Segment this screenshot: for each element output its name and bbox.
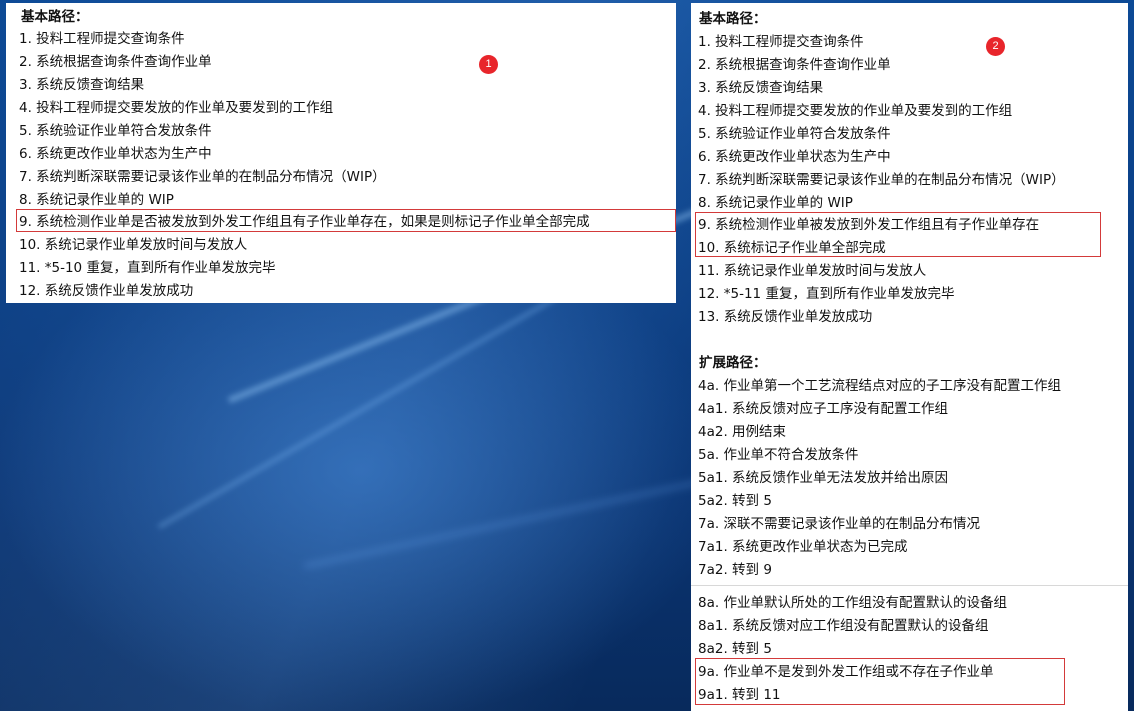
step-line-highlighted: 9. 系统检测作业单被发放到外发工作组且有子作业单存在 bbox=[698, 217, 1040, 233]
step-line-highlighted: 9. 系统检测作业单是否被发放到外发工作组且有子作业单存在，如果是则标记子作业单… bbox=[19, 214, 590, 230]
step-line: 3. 系统反馈查询结果 bbox=[698, 80, 824, 96]
step-line: 3. 系统反馈查询结果 bbox=[19, 77, 145, 93]
document-panel-1: 基本路径： 1. 投料工程师提交查询条件 2. 系统根据查询条件查询作业单 3.… bbox=[6, 3, 676, 303]
ext-line: 4a. 作业单第一个工艺流程结点对应的子工序没有配置工作组 bbox=[698, 378, 1061, 394]
step-line-highlighted: 10. 系统标记子作业单全部完成 bbox=[698, 240, 886, 256]
step-line: 5. 系统验证作业单符合发放条件 bbox=[698, 126, 891, 142]
ext-line: 8a. 作业单默认所处的工作组没有配置默认的设备组 bbox=[698, 595, 1007, 611]
ext-line: 7a. 深联不需要记录该作业单的在制品分布情况 bbox=[698, 516, 980, 532]
number-badge: 1 bbox=[479, 55, 498, 74]
step-line: 2. 系统根据查询条件查询作业单 bbox=[19, 54, 212, 70]
number-badge: 2 bbox=[986, 37, 1005, 56]
step-line: 4. 投料工程师提交要发放的作业单及要发到的工作组 bbox=[19, 100, 334, 116]
step-line: 8. 系统记录作业单的 WIP bbox=[698, 195, 853, 211]
step-line: 11. *5-10 重复，直到所有作业单发放完毕 bbox=[19, 260, 276, 276]
document-panel-2: 基本路径： 1. 投料工程师提交查询条件 2. 系统根据查询条件查询作业单 3.… bbox=[691, 3, 1128, 711]
step-line: 12. *5-11 重复，直到所有作业单发放完毕 bbox=[698, 286, 955, 302]
step-line: 8. 系统记录作业单的 WIP bbox=[19, 192, 174, 208]
step-line: 2. 系统根据查询条件查询作业单 bbox=[698, 57, 891, 73]
ext-line: 7a2. 转到 9 bbox=[698, 562, 772, 578]
ext-line: 8a2. 转到 5 bbox=[698, 641, 772, 657]
ext-line: 4a1. 系统反馈对应子工序没有配置工作组 bbox=[698, 401, 949, 417]
wallpaper-light-beam bbox=[304, 476, 716, 569]
step-line: 1. 投料工程师提交查询条件 bbox=[19, 31, 185, 47]
ext-line: 5a. 作业单不符合发放条件 bbox=[698, 447, 859, 463]
step-line: 6. 系统更改作业单状态为生产中 bbox=[19, 146, 212, 162]
ext-line-highlighted: 9a1. 转到 11 bbox=[698, 687, 781, 703]
step-line: 6. 系统更改作业单状态为生产中 bbox=[698, 149, 891, 165]
ext-line: 8a1. 系统反馈对应工作组没有配置默认的设备组 bbox=[698, 618, 989, 634]
basic-path-heading: 基本路径： bbox=[21, 9, 89, 25]
step-line: 1. 投料工程师提交查询条件 bbox=[698, 34, 864, 50]
ext-line: 4a2. 用例结束 bbox=[698, 424, 787, 440]
step-line: 13. 系统反馈作业单发放成功 bbox=[698, 309, 873, 325]
step-line: 7. 系统判断深联需要记录该作业单的在制品分布情况（WIP） bbox=[698, 172, 1065, 188]
ext-line: 5a2. 转到 5 bbox=[698, 493, 772, 509]
basic-path-heading: 基本路径： bbox=[699, 11, 767, 27]
ext-line: 5a1. 系统反馈作业单无法发放并给出原因 bbox=[698, 470, 949, 486]
divider bbox=[691, 585, 1128, 586]
step-line: 11. 系统记录作业单发放时间与发放人 bbox=[698, 263, 927, 279]
ext-line: 7a1. 系统更改作业单状态为已完成 bbox=[698, 539, 908, 555]
ext-line-highlighted: 9a. 作业单不是发到外发工作组或不存在子作业单 bbox=[698, 664, 994, 680]
step-line: 12. 系统反馈作业单发放成功 bbox=[19, 283, 194, 299]
extension-path-heading: 扩展路径： bbox=[699, 355, 767, 371]
step-line: 4. 投料工程师提交要发放的作业单及要发到的工作组 bbox=[698, 103, 1013, 119]
step-line: 7. 系统判断深联需要记录该作业单的在制品分布情况（WIP） bbox=[19, 169, 386, 185]
step-line: 10. 系统记录作业单发放时间与发放人 bbox=[19, 237, 248, 253]
step-line: 5. 系统验证作业单符合发放条件 bbox=[19, 123, 212, 139]
